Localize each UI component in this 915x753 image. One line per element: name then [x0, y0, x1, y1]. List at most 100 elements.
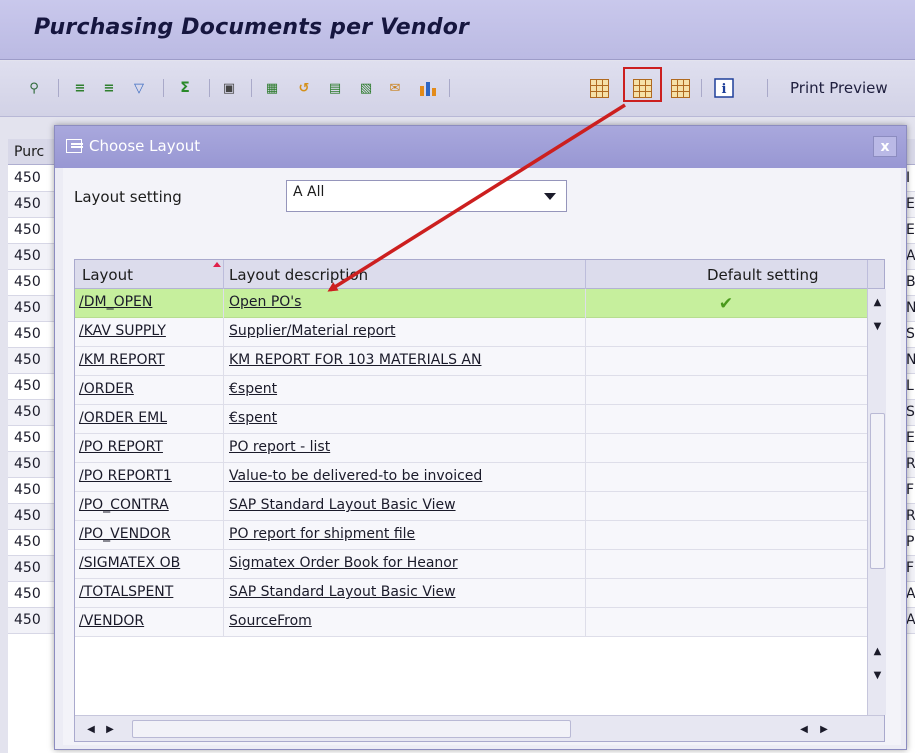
scroll-page-up-icon[interactable]: ▲: [869, 640, 886, 662]
mail-icon[interactable]: ✉: [385, 78, 405, 98]
scroll-page-down-icon[interactable]: ▼: [869, 664, 886, 686]
background-list-cell: 450: [14, 378, 41, 394]
background-list-cell-right: S: [906, 404, 915, 420]
filter-icon[interactable]: ▽: [129, 78, 149, 98]
subtotal-icon[interactable]: ▣: [219, 78, 239, 98]
layout-row[interactable]: /PO_VENDOR PO report for shipment file: [75, 521, 867, 550]
layout-row[interactable]: /ORDER EML €spent: [75, 405, 867, 434]
scroll-page-right-icon[interactable]: ▶: [816, 719, 832, 739]
layout-link[interactable]: /PO_CONTRA: [79, 497, 169, 513]
layout-row[interactable]: /TOTALSPENT SAP Standard Layout Basic Vie…: [75, 579, 867, 608]
default-setting-cell: [585, 521, 867, 550]
scroll-down-icon[interactable]: ▼: [869, 315, 886, 337]
layout-row[interactable]: /DM_OPEN Open PO's ✔: [75, 289, 867, 318]
layout-description-link[interactable]: Sigmatex Order Book for Heanor: [229, 555, 458, 571]
background-list-cell: 450: [14, 534, 41, 550]
column-header-layout[interactable]: Layout: [82, 266, 133, 284]
layout-row[interactable]: /KM REPORT KM REPORT FOR 103 MATERIALS AN: [75, 347, 867, 376]
background-list-cell-right: B: [906, 274, 915, 290]
print-preview-button[interactable]: Print Preview: [790, 79, 888, 97]
default-setting-cell: [585, 463, 867, 492]
layout-link[interactable]: /VENDOR: [79, 613, 144, 629]
layout-description-link[interactable]: SAP Standard Layout Basic View: [229, 497, 456, 513]
column-header-default[interactable]: Default setting: [707, 266, 819, 284]
background-list-cell: 450: [14, 196, 41, 212]
layout-row[interactable]: /PO_CONTRA SAP Standard Layout Basic View: [75, 492, 867, 521]
layout-link[interactable]: /KAV SUPPLY: [79, 323, 166, 339]
details-icon[interactable]: ⚲: [24, 78, 44, 98]
choose-layout-dialog: Choose Layout x Layout setting A All Lay…: [54, 125, 907, 750]
layout-link[interactable]: /TOTALSPENT: [79, 584, 173, 600]
layout-description-link[interactable]: PO report for shipment file: [229, 526, 415, 542]
layout-setting-select[interactable]: A All: [286, 180, 567, 212]
dialog-title: Choose Layout: [89, 137, 201, 155]
layout-link[interactable]: /ORDER: [79, 381, 134, 397]
layout-table: Layout Layout description Default settin…: [74, 259, 886, 742]
scroll-up-icon[interactable]: ▲: [869, 291, 886, 313]
close-button[interactable]: x: [873, 136, 897, 157]
layout-description-link[interactable]: PO report - list: [229, 439, 330, 455]
layout-description-link[interactable]: SourceFrom: [229, 613, 312, 629]
word-processing-icon[interactable]: ▤: [325, 78, 345, 98]
scroll-left-icon[interactable]: ◀: [83, 719, 99, 739]
layout-description-link[interactable]: Value-to be delivered-to be invoiced: [229, 468, 482, 484]
layout-setting-value: A All: [293, 184, 325, 200]
layout-description-link[interactable]: Supplier/Material report: [229, 323, 395, 339]
default-setting-cell: [585, 347, 867, 376]
layout-link[interactable]: /PO_VENDOR: [79, 526, 171, 542]
scroll-page-left-icon[interactable]: ◀: [796, 719, 812, 739]
layout-link[interactable]: /ORDER EML: [79, 410, 167, 426]
background-list-cell-right: E: [906, 430, 915, 446]
toolbar: ⚲ ≡ ≡ ▽ Σ ▣ ▦ ↺ ▤ ▧ ✉ i Print Preview: [0, 61, 915, 117]
default-setting-cell: [585, 492, 867, 521]
dialog-body: Layout setting A All Layout Layout descr…: [63, 168, 901, 745]
export-icon[interactable]: ▦: [262, 78, 282, 98]
sort-descending-icon[interactable]: ≡: [99, 78, 119, 98]
scroll-right-icon[interactable]: ▶: [102, 719, 118, 739]
layout-description-link[interactable]: SAP Standard Layout Basic View: [229, 584, 456, 600]
layout-row[interactable]: /SIGMATEX OB Sigmatex Order Book for Hean…: [75, 550, 867, 579]
local-file-icon[interactable]: ▧: [356, 78, 376, 98]
layout-description-link[interactable]: KM REPORT FOR 103 MATERIALS AN: [229, 352, 481, 368]
layout-description-link[interactable]: €spent: [229, 381, 277, 397]
background-list-cell-right: A: [906, 248, 915, 264]
layout-row[interactable]: /ORDER €spent: [75, 376, 867, 405]
column-header-description[interactable]: Layout description: [229, 266, 368, 284]
horizontal-scroll-thumb[interactable]: [132, 720, 571, 738]
background-list-cell-right: F: [906, 560, 915, 576]
dialog-title-bar: Choose Layout x: [55, 126, 906, 168]
vertical-scroll-thumb[interactable]: [870, 413, 885, 569]
background-list-cell-right: A: [906, 612, 915, 628]
horizontal-scrollbar[interactable]: ◀ ▶ ◀ ▶: [75, 715, 884, 741]
layout-link[interactable]: /PO REPORT1: [79, 468, 172, 484]
spreadsheet-icon[interactable]: ↺: [294, 78, 314, 98]
close-icon: x: [880, 138, 890, 155]
layout-link[interactable]: /KM REPORT: [79, 352, 165, 368]
layout-row[interactable]: /VENDOR SourceFrom: [75, 608, 867, 637]
abc-analysis-icon[interactable]: [418, 78, 438, 98]
layout-row[interactable]: /PO REPORT1 Value-to be delivered-to be i…: [75, 463, 867, 492]
layout-description-link[interactable]: Open PO's: [229, 294, 301, 310]
sort-ascending-icon[interactable]: ≡: [70, 78, 90, 98]
layout-row[interactable]: /PO REPORT PO report - list: [75, 434, 867, 463]
background-list-cell: 450: [14, 222, 41, 238]
change-layout-icon[interactable]: [670, 78, 690, 98]
background-list-cell: 450: [14, 612, 41, 628]
layout-link[interactable]: /DM_OPEN: [79, 294, 152, 310]
background-list-cell: 450: [14, 482, 41, 498]
table-header: Layout Layout description Default settin…: [75, 260, 884, 289]
graphic-icon[interactable]: [589, 78, 609, 98]
sum-icon[interactable]: Σ: [175, 78, 195, 98]
background-list-cell-right: E: [906, 196, 915, 212]
vertical-scrollbar[interactable]: ▲ ▼ ▲ ▼: [867, 289, 886, 715]
layout-row[interactable]: /KAV SUPPLY Supplier/Material report: [75, 318, 867, 347]
layout-description-link[interactable]: €spent: [229, 410, 277, 426]
layout-link[interactable]: /SIGMATEX OB: [79, 555, 180, 571]
background-list-cell-right: S: [906, 326, 915, 342]
layout-setting-label: Layout setting: [74, 188, 182, 206]
background-list-cell: 450: [14, 430, 41, 446]
layout-link[interactable]: /PO REPORT: [79, 439, 163, 455]
background-list-cell: 450: [14, 274, 41, 290]
default-setting-cell: [585, 579, 867, 608]
information-icon[interactable]: i: [714, 78, 734, 98]
